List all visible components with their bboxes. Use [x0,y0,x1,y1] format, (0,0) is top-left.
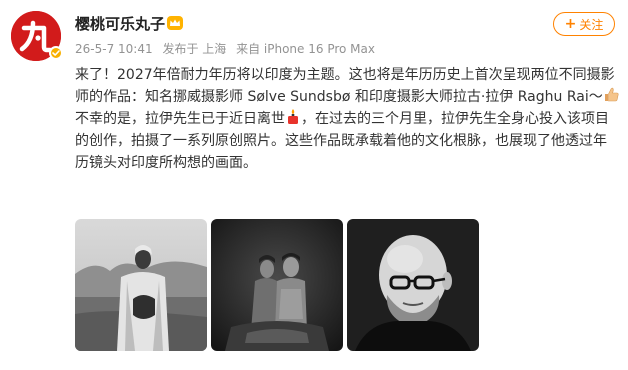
post-location: 发布于 上海 [162,42,227,56]
post-paragraph-2: 不幸的是，拉伊先生已于近日离世 ，在过去的三个月里，拉伊先生全身心投入该项目的创… [75,108,620,174]
post-time[interactable]: 26-5-7 10:41 [75,42,153,56]
photo-1[interactable] [75,219,207,351]
thumbs-up-emoji [604,87,619,102]
follow-button[interactable]: + 关注 [553,12,615,36]
post-text-2a: 不幸的是，拉伊先生已于近日离世 [75,111,285,127]
post-content: 来了！2027年倍耐力年历将以印度为主题。这也将是年历历史上首次呈现两位不同摄影… [75,64,620,174]
post-text-1: 来了！2027年倍耐力年历将以印度为主题。这也将是年历历史上首次呈现两位不同摄影… [75,67,615,105]
photo-3[interactable] [347,219,479,351]
plus-icon: + [564,16,577,32]
post-meta: 26-5-7 10:41 发布于 上海 来自 iPhone 16 Pro Max [75,40,381,57]
candle-emoji [288,109,298,124]
photo-2[interactable] [211,219,343,351]
follow-label: 关注 [579,17,604,32]
crown-icon [167,16,183,30]
verified-icon [49,46,63,60]
username[interactable]: 樱桃可乐丸子 [75,13,165,34]
post-paragraph-1: 来了！2027年倍耐力年历将以印度为主题。这也将是年历历史上首次呈现两位不同摄影… [75,64,620,108]
post-device: 来自 iPhone 16 Pro Max [236,42,375,56]
